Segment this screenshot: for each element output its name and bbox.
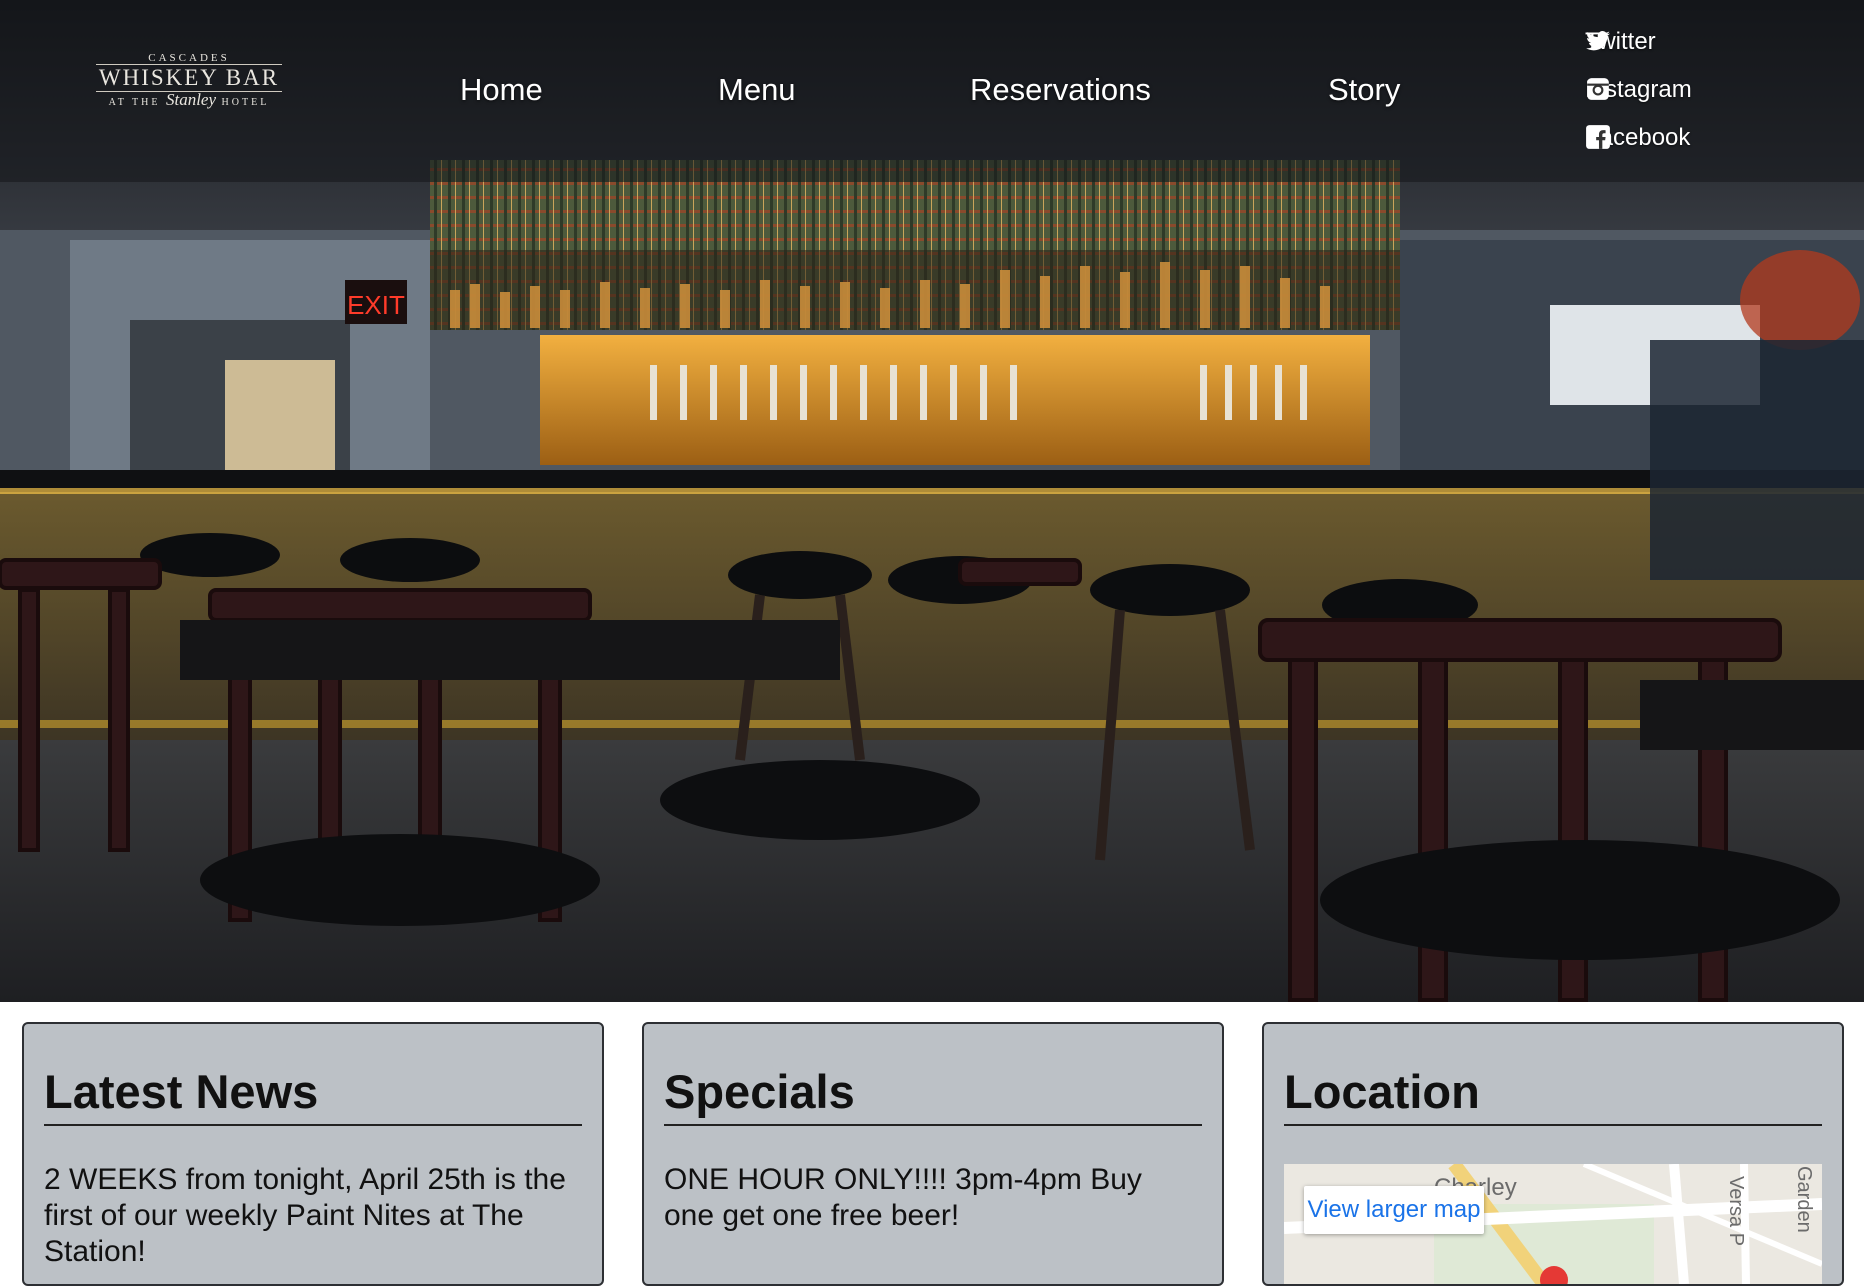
logo-main-text: WHISKEY BAR xyxy=(96,64,282,92)
nav-home[interactable]: Home xyxy=(460,72,543,108)
logo-sub-text: AT THE Stanley HOTEL xyxy=(96,90,282,111)
social-instagram-link[interactable]: Instagram xyxy=(1585,76,1692,104)
logo-sub-prefix: AT THE xyxy=(108,97,161,108)
latest-news-card: Latest News 2 WEEKS from tonight, April … xyxy=(22,1022,604,1286)
specials-title: Specials xyxy=(664,1064,1202,1126)
social-facebook-link[interactable]: Facebook xyxy=(1585,124,1690,152)
logo-sub-suffix: HOTEL xyxy=(221,97,270,108)
facebook-icon xyxy=(1586,125,1610,149)
latest-news-title: Latest News xyxy=(44,1064,582,1126)
instagram-icon xyxy=(1587,78,1609,100)
logo-top-text: CASCADES xyxy=(148,52,230,64)
twitter-icon xyxy=(1586,31,1610,51)
view-larger-map-button[interactable]: View larger map xyxy=(1304,1186,1484,1234)
specials-card: Specials ONE HOUR ONLY!!!! 3pm-4pm Buy o… xyxy=(642,1022,1224,1286)
location-title: Location xyxy=(1284,1064,1822,1126)
social-twitter-link[interactable]: Twitter xyxy=(1585,28,1656,56)
location-map[interactable]: Charley Versa P Garden View larger map xyxy=(1284,1164,1822,1284)
latest-news-body: 2 WEEKS from tonight, April 25th is the … xyxy=(44,1163,566,1268)
map-street-label-3: Garden xyxy=(1793,1166,1815,1233)
hero-banner: EXIT CASCADES WHISKEY BAR AT THE Stanley… xyxy=(0,0,1864,1002)
whiskey-bar-logo[interactable]: CASCADES WHISKEY BAR AT THE Stanley HOTE… xyxy=(96,52,282,122)
location-card: Location Charley Versa P Garden View lar… xyxy=(1262,1022,1844,1286)
exit-sign-text: EXIT xyxy=(347,290,405,320)
nav-reservations[interactable]: Reservations xyxy=(970,72,1151,108)
map-street-label-2: Versa P xyxy=(1725,1176,1747,1247)
nav-story[interactable]: Story xyxy=(1328,72,1400,108)
logo-sub-script: Stanley xyxy=(165,90,217,109)
nav-menu[interactable]: Menu xyxy=(718,72,796,108)
specials-body: ONE HOUR ONLY!!!! 3pm-4pm Buy one get on… xyxy=(664,1163,1142,1232)
